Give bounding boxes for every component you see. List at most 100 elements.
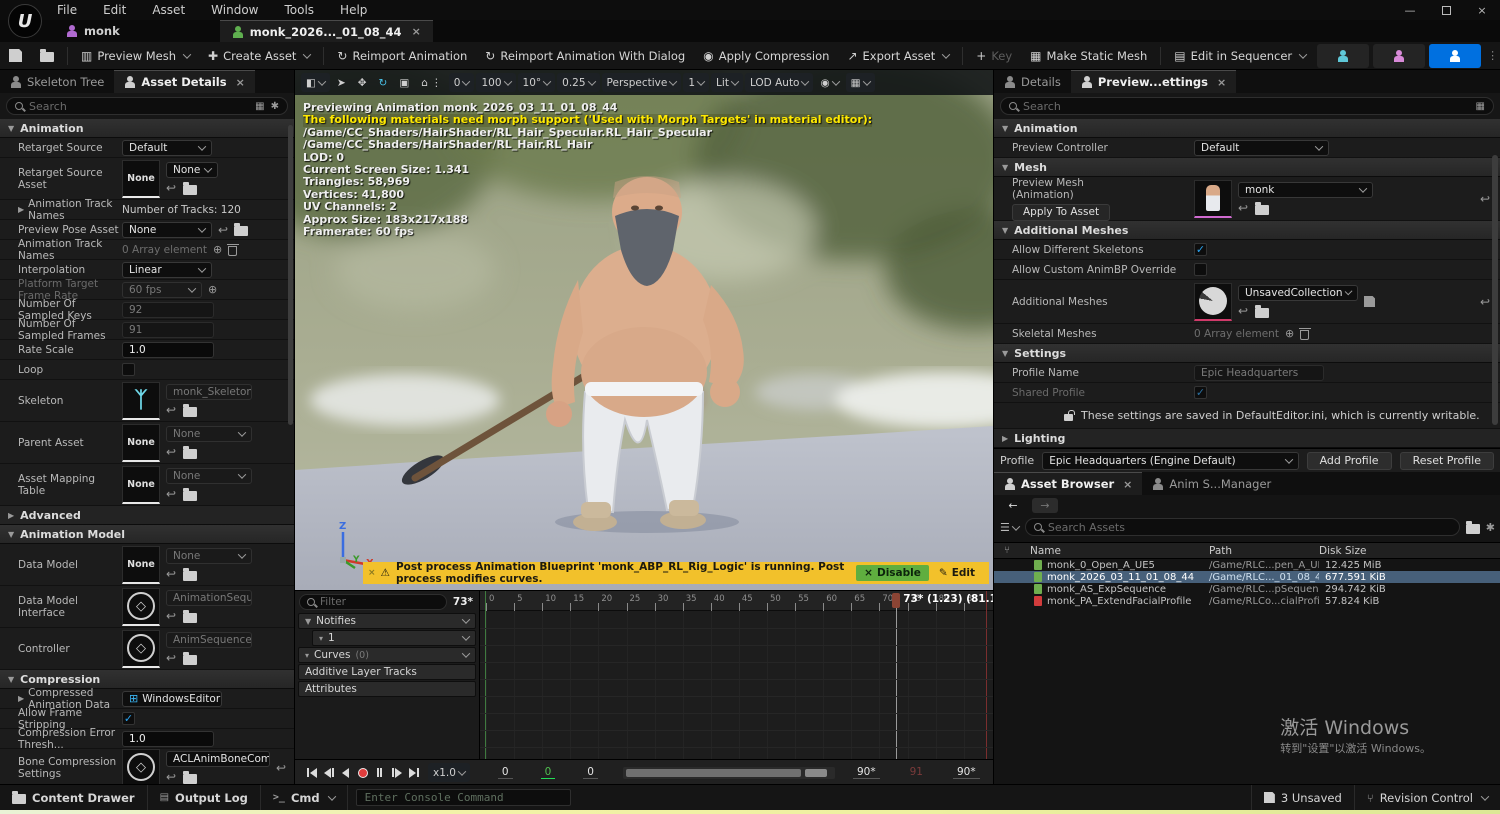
timeline-track-area[interactable]: 0 5 10 15 20 25 30 35 40 45 50 55 60 65 70 75 80 85 73* (…: [480, 591, 993, 759]
use-selected-icon[interactable]: ↩: [166, 651, 176, 665]
use-selected-icon[interactable]: ↩: [166, 487, 176, 501]
edit-button[interactable]: ✎ Edit: [929, 567, 989, 579]
browse-to-icon[interactable]: [183, 770, 198, 784]
reset-to-default-icon[interactable]: ↩: [1480, 192, 1490, 206]
reset-to-default-icon[interactable]: ↩: [276, 761, 286, 775]
screenshot-icon[interactable]: ▦: [845, 73, 875, 92]
hierarchy-icon[interactable]: ⑂: [994, 545, 1030, 556]
filter-icon[interactable]: ☰: [1000, 521, 1021, 534]
browse-to-icon[interactable]: [183, 567, 198, 581]
use-selected-icon[interactable]: ↩: [166, 770, 176, 784]
select-tool-icon[interactable]: ➤: [332, 73, 351, 92]
expand-arrow-icon[interactable]: ▶: [18, 205, 24, 214]
checkbox[interactable]: ✓: [1194, 386, 1207, 399]
step-backward-button[interactable]: [320, 764, 337, 782]
revision-control-button[interactable]: ⑂ Revision Control: [1353, 784, 1500, 811]
asset-details-search[interactable]: Search ▦ ✱: [6, 97, 288, 115]
section-lighting[interactable]: ▶ Lighting: [994, 429, 1500, 448]
coordinate-system-icon[interactable]: ⌂ ⋮: [416, 73, 447, 92]
value-dropdown[interactable]: None: [166, 548, 252, 564]
column-header-path[interactable]: Path: [1209, 545, 1319, 557]
scrollbar-thumb-cap[interactable]: [804, 768, 827, 777]
scrollbar-thumb[interactable]: [625, 768, 801, 777]
view-modes-eye-icon[interactable]: ◉: [815, 73, 843, 92]
value-input[interactable]: 1.0: [122, 341, 214, 358]
asset-search-input[interactable]: Search Assets: [1024, 518, 1460, 536]
tab-close-icon[interactable]: ×: [412, 25, 421, 38]
thumbnail-pie[interactable]: [1194, 282, 1232, 321]
browse-to-icon[interactable]: [183, 445, 198, 459]
apply-to-asset-button[interactable]: Apply To Asset: [1012, 203, 1111, 221]
thumbnail-monk[interactable]: [1194, 179, 1232, 218]
apply-compression-button[interactable]: ◉ Apply Compression: [694, 42, 838, 70]
right-tab-previewettings[interactable]: Preview...ettings ×: [1070, 70, 1237, 93]
checkbox[interactable]: ✓: [1194, 243, 1207, 256]
unsaved-status-button[interactable]: 3 Unsaved: [1250, 784, 1354, 811]
transport-scrollbar[interactable]: [622, 766, 835, 779]
preview-mesh-button[interactable]: ▥ Preview Mesh: [72, 42, 199, 70]
menu-tools[interactable]: Tools: [271, 0, 327, 20]
animation-mode-button[interactable]: [1429, 43, 1482, 68]
mesh-mode-button[interactable]: [1373, 43, 1426, 68]
value-dropdown[interactable]: 60 fps: [122, 281, 202, 298]
back-arrow-button[interactable]: ←: [1000, 498, 1026, 513]
reimport-animation-button[interactable]: ↻ Reimport Animation: [328, 42, 476, 70]
browse-to-icon[interactable]: [183, 487, 198, 501]
menu-edit[interactable]: Edit: [90, 0, 139, 20]
gear-icon[interactable]: ✱: [271, 101, 279, 112]
section-animation-model[interactable]: ▼ Animation Model: [0, 525, 294, 544]
value-dropdown[interactable]: AnimationSequencerD: [166, 590, 252, 606]
transport-field[interactable]: 0: [583, 766, 598, 779]
profile-dropdown[interactable]: Epic Headquarters (Engine Default): [1042, 451, 1299, 470]
value-dropdown[interactable]: Linear: [122, 261, 212, 278]
gear-icon[interactable]: ✱: [1486, 521, 1495, 534]
track-1[interactable]: ▾ 1: [312, 630, 476, 646]
add-element-icon[interactable]: ⊕: [1285, 327, 1294, 340]
value-dropdown[interactable]: ACLAnimBoneCompre: [166, 751, 270, 767]
more-options-icon[interactable]: ⋮: [1483, 49, 1500, 62]
thumbnail-none[interactable]: None: [122, 545, 160, 584]
browse-to-icon[interactable]: [183, 609, 198, 623]
value-dropdown[interactable]: monk: [1238, 182, 1373, 198]
menu-window[interactable]: Window: [198, 0, 271, 20]
to-end-button[interactable]: [405, 764, 422, 782]
to-front-button[interactable]: [303, 764, 320, 782]
use-selected-icon[interactable]: ↩: [1238, 201, 1248, 215]
screen-percentage-dropdown[interactable]: 1: [683, 73, 710, 92]
move-tool-icon[interactable]: ✥: [353, 73, 372, 92]
transport-field[interactable]: 90*: [952, 766, 980, 779]
delete-elements-icon[interactable]: [1298, 327, 1311, 340]
transport-field[interactable]: 90*: [852, 766, 880, 779]
reimport-animation-with-dialog-button[interactable]: ↻ Reimport Animation With Dialog: [476, 42, 694, 70]
add-profile-button[interactable]: Add Profile: [1306, 451, 1392, 470]
restore-button[interactable]: [1428, 0, 1464, 20]
rotation-snap-dropdown[interactable]: 0: [448, 73, 475, 92]
angle-snap-dropdown[interactable]: 10°: [517, 73, 556, 92]
menu-file[interactable]: File: [44, 0, 90, 20]
assetbrowser-tab-animsmanager[interactable]: Anim S...Manager: [1142, 472, 1281, 495]
left-tab-assetdetails[interactable]: Asset Details ×: [114, 70, 255, 93]
section-animation[interactable]: ▼ Animation: [994, 119, 1500, 138]
checkbox[interactable]: [122, 363, 135, 376]
forward-arrow-button[interactable]: →: [1032, 498, 1058, 513]
section-settings[interactable]: ▼ Settings: [994, 344, 1500, 363]
value-dropdown[interactable]: None: [166, 426, 252, 442]
thumbnail-cube[interactable]: ◇: [122, 587, 160, 626]
value-dropdown[interactable]: monk_Skeleton: [166, 384, 252, 400]
use-selected-icon[interactable]: ↩: [1238, 304, 1248, 318]
track-attributes[interactable]: Attributes: [298, 681, 476, 697]
right-tab-details[interactable]: Details: [994, 70, 1071, 93]
timeline-filter-input[interactable]: Filter: [299, 594, 447, 610]
use-selected-icon[interactable]: ↩: [166, 445, 176, 459]
settings-grid-icon[interactable]: ▦: [1476, 101, 1485, 112]
step-forward-button[interactable]: [388, 764, 405, 782]
minimize-button[interactable]: —: [1392, 0, 1428, 20]
preview-settings-search[interactable]: Search ▦: [1000, 97, 1494, 115]
track-curves[interactable]: ▾ Curves (0): [298, 647, 476, 663]
perspective-dropdown[interactable]: Perspective: [601, 73, 682, 92]
play-backward-button[interactable]: [337, 764, 354, 782]
use-selected-icon[interactable]: ↩: [166, 567, 176, 581]
value-dropdown[interactable]: Default: [122, 139, 212, 156]
section-additional-meshes[interactable]: ▼ Additional Meshes: [994, 221, 1500, 240]
playback-speed-dropdown[interactable]: x1.0: [428, 763, 470, 782]
